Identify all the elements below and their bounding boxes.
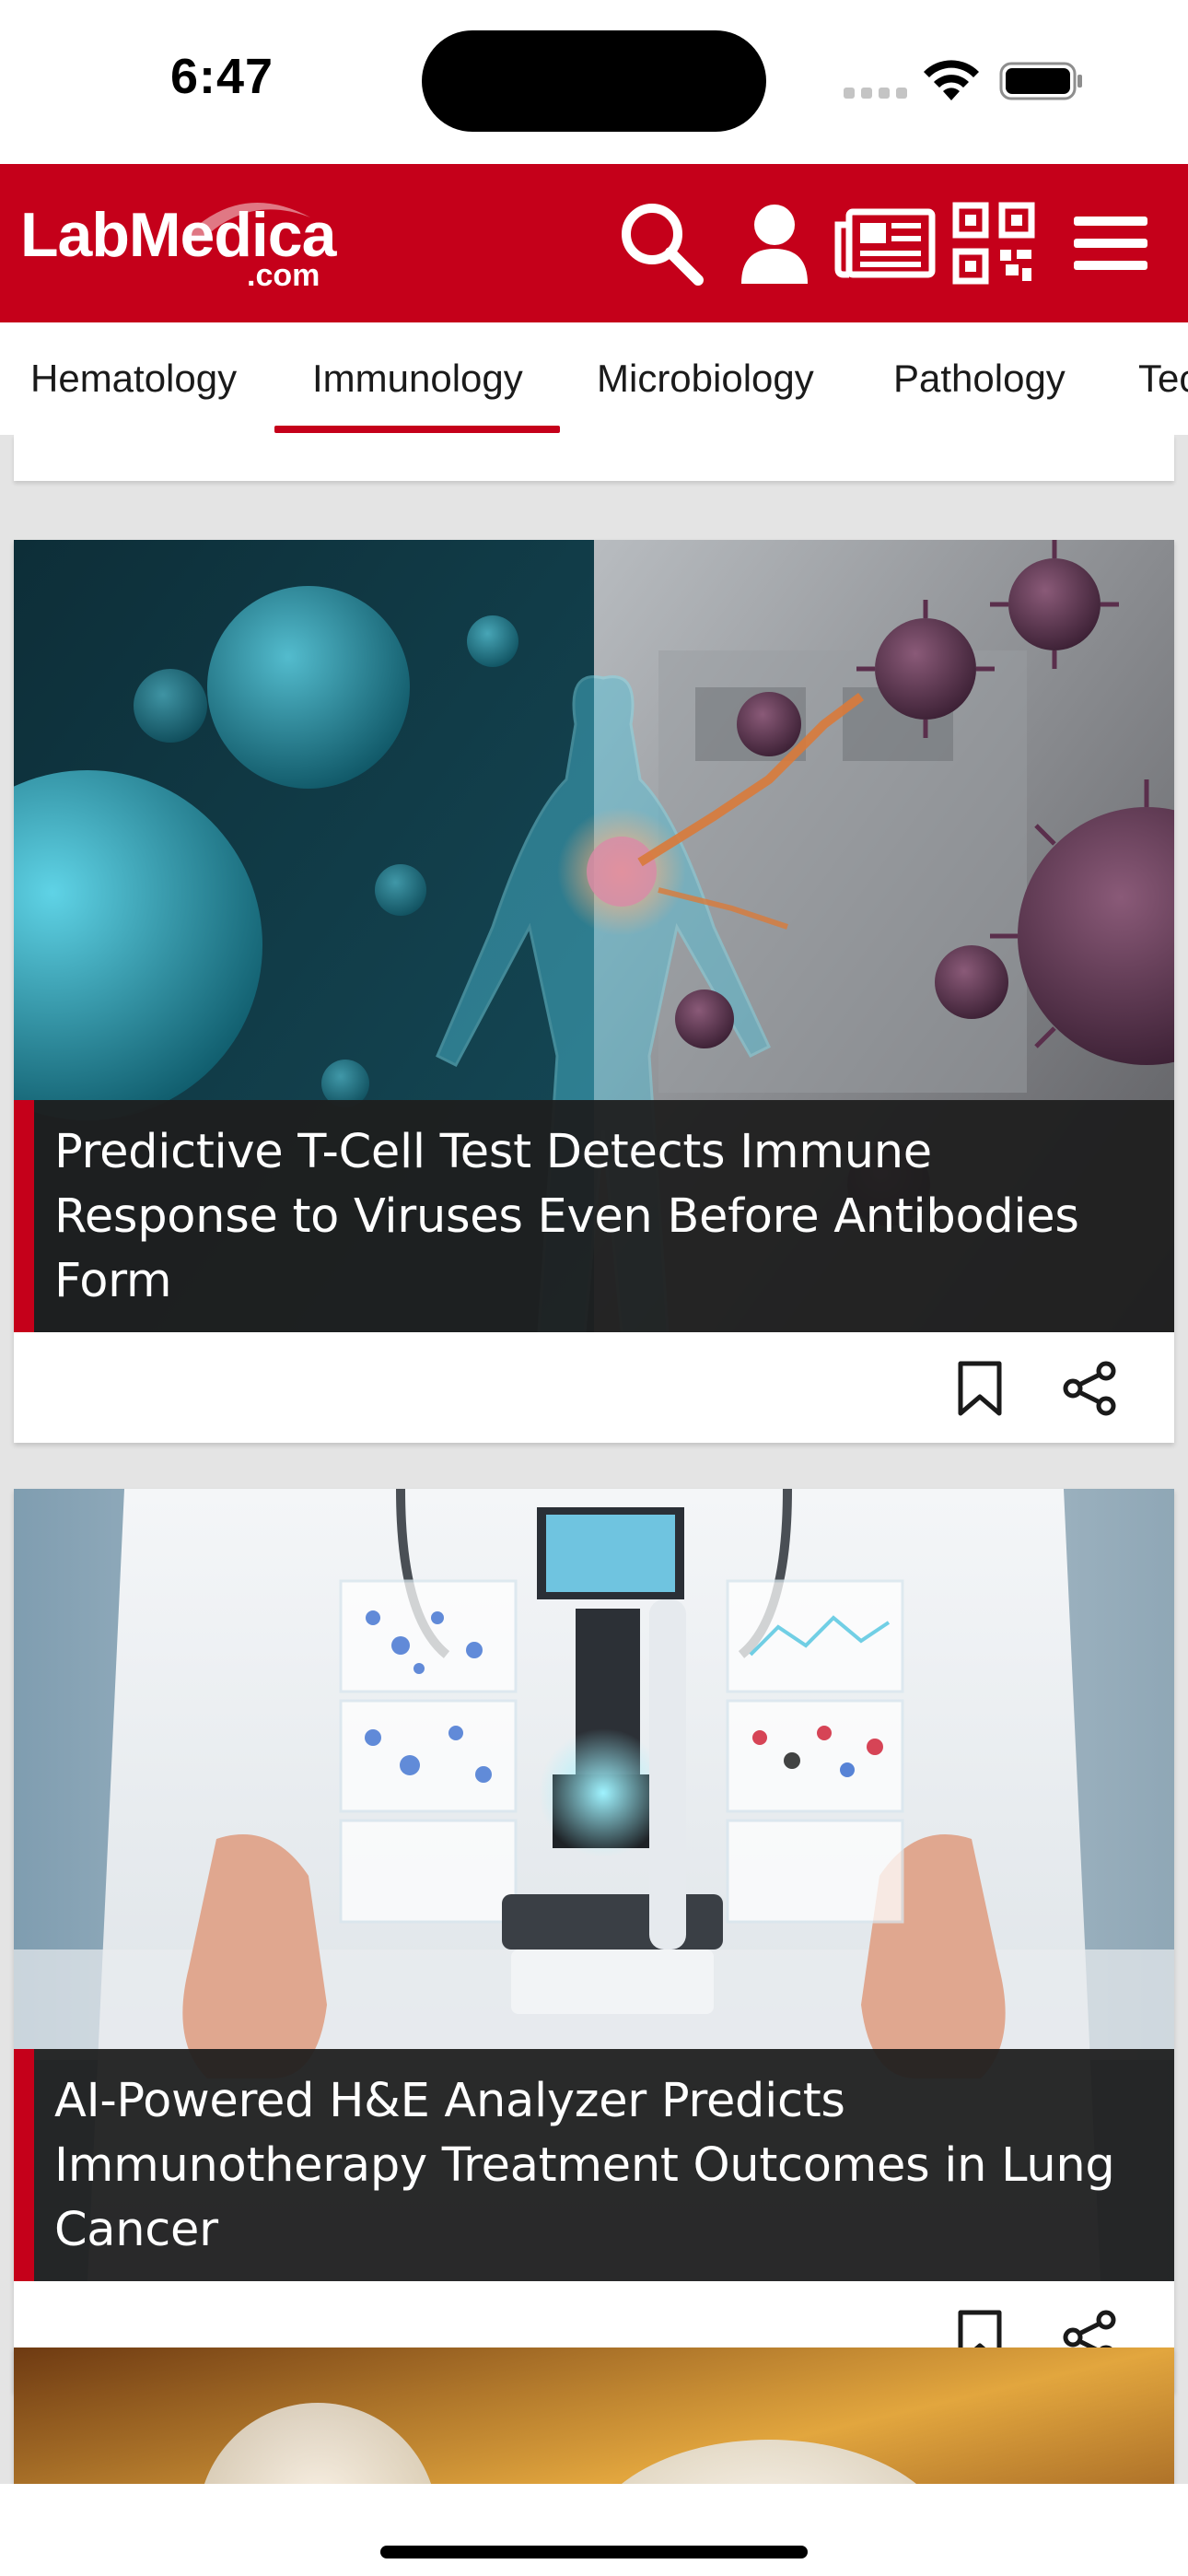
status-bar: 6:47 — [0, 0, 1188, 164]
share-icon[interactable] — [1062, 1358, 1119, 1419]
article-headline-banner[interactable]: Predictive T-Cell Test Detects Immune Re… — [14, 1100, 1174, 1332]
home-indicator[interactable] — [380, 2546, 808, 2558]
logo-subtext: .com — [247, 258, 320, 293]
tab-pathology[interactable]: Pathology — [893, 322, 1066, 435]
qr-code-icon[interactable] — [952, 199, 1035, 287]
article-image-illustration — [14, 2348, 1174, 2484]
article-image[interactable]: AI-Powered H&E Analyzer Predicts Immunot… — [14, 1489, 1174, 2281]
category-tabs: Hematology Immunology Microbiology Patho… — [0, 322, 1188, 435]
article-feed[interactable]: Predictive T-Cell Test Detects Immune Re… — [0, 435, 1188, 2484]
status-time: 6:47 — [170, 49, 274, 104]
tab-microbiology[interactable]: Microbiology — [597, 322, 814, 435]
article-card[interactable] — [14, 2348, 1174, 2484]
article-title[interactable]: AI-Powered H&E Analyzer Predicts Immunot… — [54, 2069, 1137, 2263]
search-icon[interactable] — [615, 199, 707, 287]
article-title[interactable]: Predictive T-Cell Test Detects Immune Re… — [54, 1120, 1137, 1314]
previous-article-card[interactable] — [14, 435, 1174, 481]
app-header: LabMedica .com — [0, 164, 1188, 322]
article-card[interactable]: AI-Powered H&E Analyzer Predicts Immunot… — [14, 1489, 1174, 2392]
wifi-icon — [924, 60, 979, 100]
article-image[interactable]: Predictive T-Cell Test Detects Immune Re… — [14, 540, 1174, 1332]
tab-hematology[interactable]: Hematology — [30, 322, 237, 435]
battery-icon — [999, 62, 1082, 100]
article-actions — [14, 1332, 1174, 1443]
tab-immunology[interactable]: Immunology — [312, 322, 523, 435]
tab-technology[interactable]: Tec — [1138, 322, 1188, 435]
user-icon[interactable] — [737, 199, 812, 287]
bookmark-icon[interactable] — [951, 1358, 1008, 1419]
labmedica-logo[interactable]: LabMedica .com — [20, 190, 352, 300]
article-card[interactable]: Predictive T-Cell Test Detects Immune Re… — [14, 540, 1174, 1443]
article-headline-banner[interactable]: AI-Powered H&E Analyzer Predicts Immunot… — [14, 2049, 1174, 2281]
hamburger-menu-icon[interactable] — [1072, 199, 1149, 287]
newspaper-icon[interactable] — [833, 199, 936, 287]
cellular-signal-icon — [844, 88, 907, 99]
dynamic-island — [422, 30, 766, 132]
home-indicator-area — [0, 2484, 1188, 2576]
active-tab-indicator — [274, 426, 560, 433]
